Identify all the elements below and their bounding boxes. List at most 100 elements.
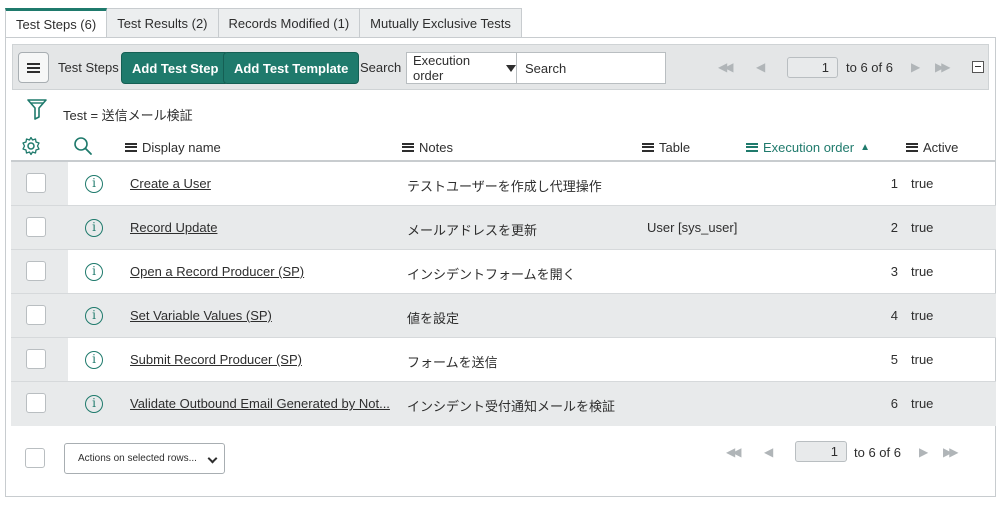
notes-cell: フォームを送信 — [407, 355, 498, 370]
table-row: i Create a User テストユーザーを作成し代理操作 1 true — [11, 162, 996, 206]
prev-page-icon[interactable]: ◀ — [756, 60, 765, 74]
tab-test-results[interactable]: Test Results (2) — [107, 8, 219, 38]
filter-breadcrumb[interactable]: Test = 送信メール検証 — [63, 105, 193, 124]
search-field-select[interactable]: Execution order — [406, 52, 517, 84]
sort-ascending-icon: ▲ — [860, 141, 870, 153]
display-name-link[interactable]: Create a User — [130, 176, 211, 191]
related-list-tabs: Test Steps (6) Test Results (2) Records … — [5, 8, 522, 38]
display-name-link[interactable]: Validate Outbound Email Generated by Not… — [130, 396, 390, 411]
page-range: to 6 of 6 — [854, 445, 901, 460]
table-row: i Validate Outbound Email Generated by N… — [11, 382, 996, 426]
row-select-cell — [11, 382, 68, 426]
active-cell: true — [911, 352, 934, 367]
info-icon[interactable]: i — [85, 219, 103, 237]
notes-cell: 値を設定 — [407, 311, 460, 326]
search-field-value: Execution order — [413, 53, 471, 83]
tab-test-steps[interactable]: Test Steps (6) — [5, 8, 108, 38]
collapse-icon[interactable] — [972, 61, 984, 73]
gear-icon[interactable] — [21, 136, 41, 156]
table-row: i Open a Record Producer (SP) インシデントフォーム… — [11, 250, 996, 294]
tab-records-modified[interactable]: Records Modified (1) — [218, 8, 361, 38]
notes-cell: インシデント受付通知メールを検証 — [407, 399, 616, 414]
row-checkbox[interactable] — [26, 217, 46, 237]
table-cell: User [sys_user] — [647, 220, 738, 235]
page-range: to 6 of 6 — [846, 60, 893, 75]
column-header-notes[interactable]: Notes — [402, 133, 453, 161]
test-steps-panel: Test Steps Add Test Step Add Test Templa… — [5, 37, 996, 497]
column-header-active[interactable]: Active — [906, 133, 958, 161]
execution-order-cell: 5 — [890, 352, 898, 367]
caret-down-icon — [506, 64, 516, 72]
last-page-icon[interactable]: ▶▶ — [943, 445, 959, 459]
page-number-input[interactable]: 1 — [795, 441, 847, 462]
column-header-execution-order[interactable]: Execution order ▲ — [746, 133, 870, 161]
first-page-icon[interactable]: ◀◀ — [726, 445, 742, 459]
info-icon[interactable]: i — [85, 175, 103, 193]
active-cell: true — [911, 396, 934, 411]
table-row: i Submit Record Producer (SP) フォームを送信 5 … — [11, 338, 996, 382]
notes-cell: テストユーザーを作成し代理操作 — [407, 179, 602, 194]
first-page-icon[interactable]: ◀◀ — [718, 60, 734, 74]
column-menu-icon[interactable] — [402, 142, 414, 152]
row-checkbox[interactable] — [26, 393, 46, 413]
display-name-link[interactable]: Record Update — [130, 220, 217, 235]
execution-order-cell: 1 — [890, 176, 898, 191]
row-checkbox[interactable] — [26, 173, 46, 193]
row-checkbox[interactable] — [26, 305, 46, 325]
column-label: Active — [923, 139, 959, 155]
row-checkbox[interactable] — [26, 261, 46, 281]
actions-select-value: Actions on selected rows... — [78, 453, 197, 464]
display-name-link[interactable]: Open a Record Producer (SP) — [130, 264, 304, 279]
search-input[interactable]: Search — [516, 52, 666, 84]
table-row: i Set Variable Values (SP) 値を設定 4 true — [11, 294, 996, 338]
search-label: Search — [360, 60, 402, 75]
notes-cell: インシデントフォームを開く — [407, 267, 576, 282]
chevron-down-icon — [207, 453, 218, 464]
column-label: Display name — [142, 139, 221, 155]
add-test-template-button[interactable]: Add Test Template — [223, 52, 360, 84]
execution-order-cell: 4 — [890, 308, 898, 323]
next-page-icon[interactable]: ▶ — [919, 445, 928, 459]
next-page-icon[interactable]: ▶ — [911, 60, 920, 74]
notes-cell: メールアドレスを更新 — [407, 223, 538, 238]
execution-order-cell: 3 — [890, 264, 898, 279]
column-header-table[interactable]: Table — [642, 133, 690, 161]
page-number-input[interactable]: 1 — [787, 57, 838, 78]
actions-select[interactable]: Actions on selected rows... — [64, 443, 225, 474]
info-icon[interactable]: i — [85, 307, 103, 325]
prev-page-icon[interactable]: ◀ — [764, 445, 773, 459]
column-label: Execution order — [763, 139, 855, 155]
info-icon[interactable]: i — [85, 395, 103, 413]
active-cell: true — [911, 176, 934, 191]
column-label: Table — [659, 139, 691, 155]
funnel-icon[interactable] — [27, 98, 47, 120]
execution-order-cell: 2 — [890, 220, 898, 235]
column-menu-icon[interactable] — [125, 142, 137, 152]
row-select-cell — [11, 294, 68, 337]
row-checkbox[interactable] — [26, 349, 46, 369]
execution-order-cell: 6 — [890, 396, 898, 411]
last-page-icon[interactable]: ▶▶ — [935, 60, 951, 74]
list-menu-button[interactable] — [18, 52, 49, 83]
table-row: i Record Update メールアドレスを更新 User [sys_use… — [11, 206, 996, 250]
info-icon[interactable]: i — [85, 351, 103, 369]
column-header-display-name[interactable]: Display name — [125, 133, 221, 161]
row-select-cell — [11, 206, 68, 249]
row-select-cell — [11, 162, 68, 205]
display-name-link[interactable]: Set Variable Values (SP) — [130, 308, 272, 323]
search-placeholder: Search — [525, 60, 567, 76]
display-name-link[interactable]: Submit Record Producer (SP) — [130, 352, 302, 367]
column-menu-icon[interactable] — [906, 142, 918, 152]
add-test-step-button[interactable]: Add Test Step — [121, 52, 230, 84]
tab-mutually-exclusive-tests[interactable]: Mutually Exclusive Tests — [360, 8, 522, 38]
column-menu-icon[interactable] — [746, 142, 758, 152]
info-icon[interactable]: i — [85, 263, 103, 281]
list-title: Test Steps — [58, 60, 119, 75]
row-select-cell — [11, 338, 68, 381]
list-toolbar: Test Steps Add Test Step Add Test Templa… — [12, 44, 989, 90]
active-cell: true — [911, 220, 934, 235]
column-menu-icon[interactable] — [642, 142, 654, 152]
search-icon[interactable] — [73, 136, 93, 156]
select-all-checkbox[interactable] — [25, 448, 45, 468]
hamburger-icon — [27, 62, 40, 73]
